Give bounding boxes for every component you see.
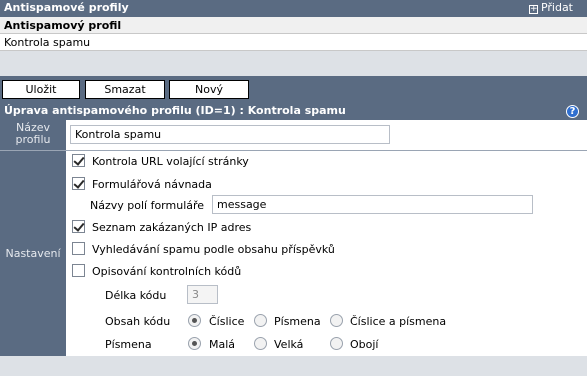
captcha-label: Opisování kontrolních kódů: [92, 265, 242, 278]
profile-name-label: Název profilu: [0, 120, 66, 150]
ip-blacklist-label: Seznam zakázaných IP adres: [92, 221, 252, 234]
profile-list-item[interactable]: Kontrola spamu: [0, 34, 587, 51]
letters-lower-label: Malá: [209, 338, 236, 351]
profiles-panel-header: Antispamové profily + Přidat: [0, 0, 587, 17]
delete-button[interactable]: Smazat: [85, 80, 165, 99]
settings-label: Nastavení: [0, 151, 66, 356]
content-search-label: Vyhledávání spamu podle obsahu příspěvků: [92, 243, 335, 256]
help-icon[interactable]: ?: [566, 105, 579, 118]
code-content-both-radio[interactable]: [330, 314, 343, 327]
profiles-column-header: Antispamový profil: [0, 17, 587, 34]
letters-lower-radio[interactable]: [188, 337, 201, 350]
add-profile-label: Přidat: [540, 1, 573, 14]
check-url-label: Kontrola URL volající stránky: [92, 155, 249, 168]
form-header: Úprava antispamového profilu (ID=1) : Ko…: [0, 102, 587, 120]
code-content-label: Obsah kódu: [105, 315, 171, 328]
content-search-checkbox[interactable]: [72, 242, 85, 255]
letters-both-radio[interactable]: [330, 337, 343, 350]
form-decoy-label: Formulářová návnada: [92, 178, 212, 191]
code-length-input[interactable]: [187, 285, 218, 304]
form-decoy-checkbox[interactable]: [72, 177, 85, 190]
plus-icon: +: [528, 4, 538, 14]
letters-both-label: Obojí: [350, 338, 379, 351]
ip-blacklist-checkbox[interactable]: [72, 220, 85, 233]
captcha-checkbox[interactable]: [72, 264, 85, 277]
letters-label: Písmena: [105, 338, 152, 351]
save-button[interactable]: Uložit: [2, 80, 80, 99]
new-button[interactable]: Nový: [169, 80, 249, 99]
letters-upper-radio[interactable]: [254, 337, 267, 350]
footer-bar: [0, 356, 587, 376]
profiles-panel-title: Antispamové profily: [4, 1, 129, 14]
check-url-checkbox[interactable]: [72, 154, 85, 167]
code-content-letters-label: Písmena: [274, 315, 321, 328]
panel-spacer: [0, 51, 587, 76]
row-divider: [0, 150, 587, 151]
letters-upper-label: Velká: [274, 338, 304, 351]
code-content-digits-label: Číslice: [209, 315, 245, 328]
profile-name-input[interactable]: [70, 125, 390, 144]
code-content-digits-radio[interactable]: [188, 314, 201, 327]
add-profile-button[interactable]: + Přidat: [528, 1, 573, 14]
code-content-letters-radio[interactable]: [254, 314, 267, 327]
field-names-input[interactable]: [212, 195, 533, 214]
form-title: Úprava antispamového profilu (ID=1) : Ko…: [4, 104, 346, 117]
field-names-label: Názvy polí formuláře: [90, 199, 205, 212]
code-content-both-label: Číslice a písmena: [350, 315, 447, 328]
code-length-label: Délka kódu: [105, 289, 167, 302]
